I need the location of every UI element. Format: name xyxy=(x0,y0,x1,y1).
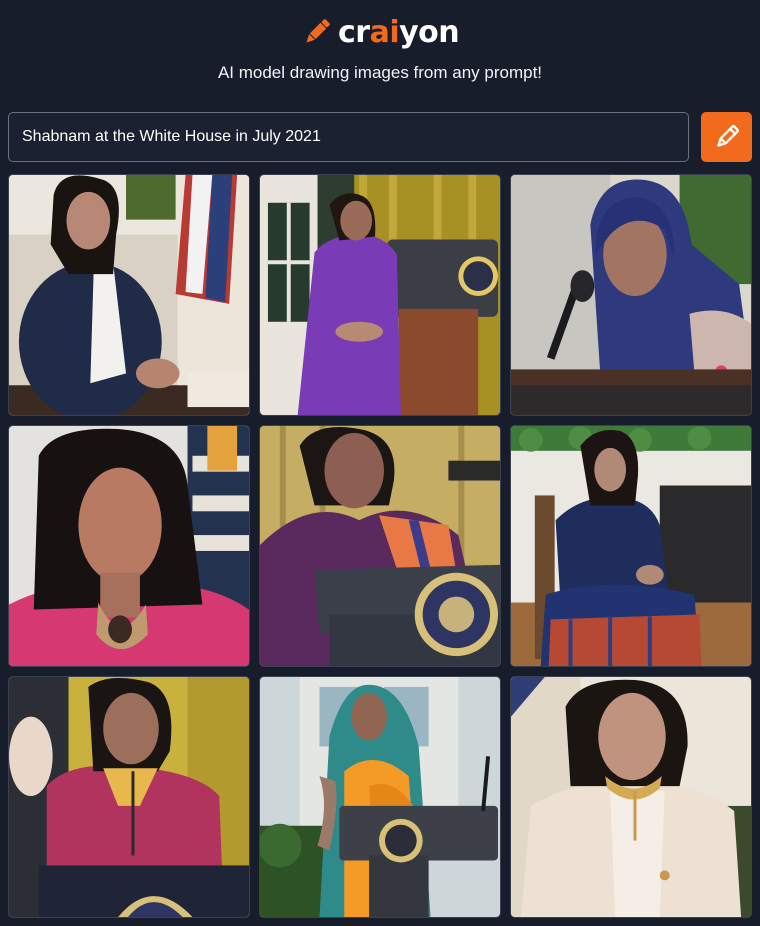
results-grid xyxy=(8,174,752,918)
tagline: AI model drawing images from any prompt! xyxy=(217,63,543,82)
pencil-icon xyxy=(306,19,330,43)
result-image-2[interactable] xyxy=(259,174,501,416)
brand-suffix: yon xyxy=(399,14,460,50)
brand-prefix: cr xyxy=(338,14,370,50)
result-image-3[interactable] xyxy=(510,174,752,416)
prompt-input[interactable] xyxy=(8,112,689,162)
brand-name: craiyon xyxy=(338,14,460,50)
header: craiyon AI model drawing images from any… xyxy=(0,0,760,110)
result-image-9[interactable] xyxy=(510,676,752,918)
draw-button[interactable] xyxy=(701,112,752,162)
result-image-1[interactable] xyxy=(8,174,250,416)
result-image-7[interactable] xyxy=(8,676,250,918)
result-image-4[interactable] xyxy=(8,425,250,667)
result-image-5[interactable] xyxy=(259,425,501,667)
result-image-8[interactable] xyxy=(259,676,501,918)
brand-accent: ai xyxy=(369,14,400,50)
prompt-row xyxy=(8,112,752,162)
pencil-icon xyxy=(716,124,739,147)
logo[interactable]: craiyon xyxy=(300,10,460,54)
result-image-6[interactable] xyxy=(510,425,752,667)
